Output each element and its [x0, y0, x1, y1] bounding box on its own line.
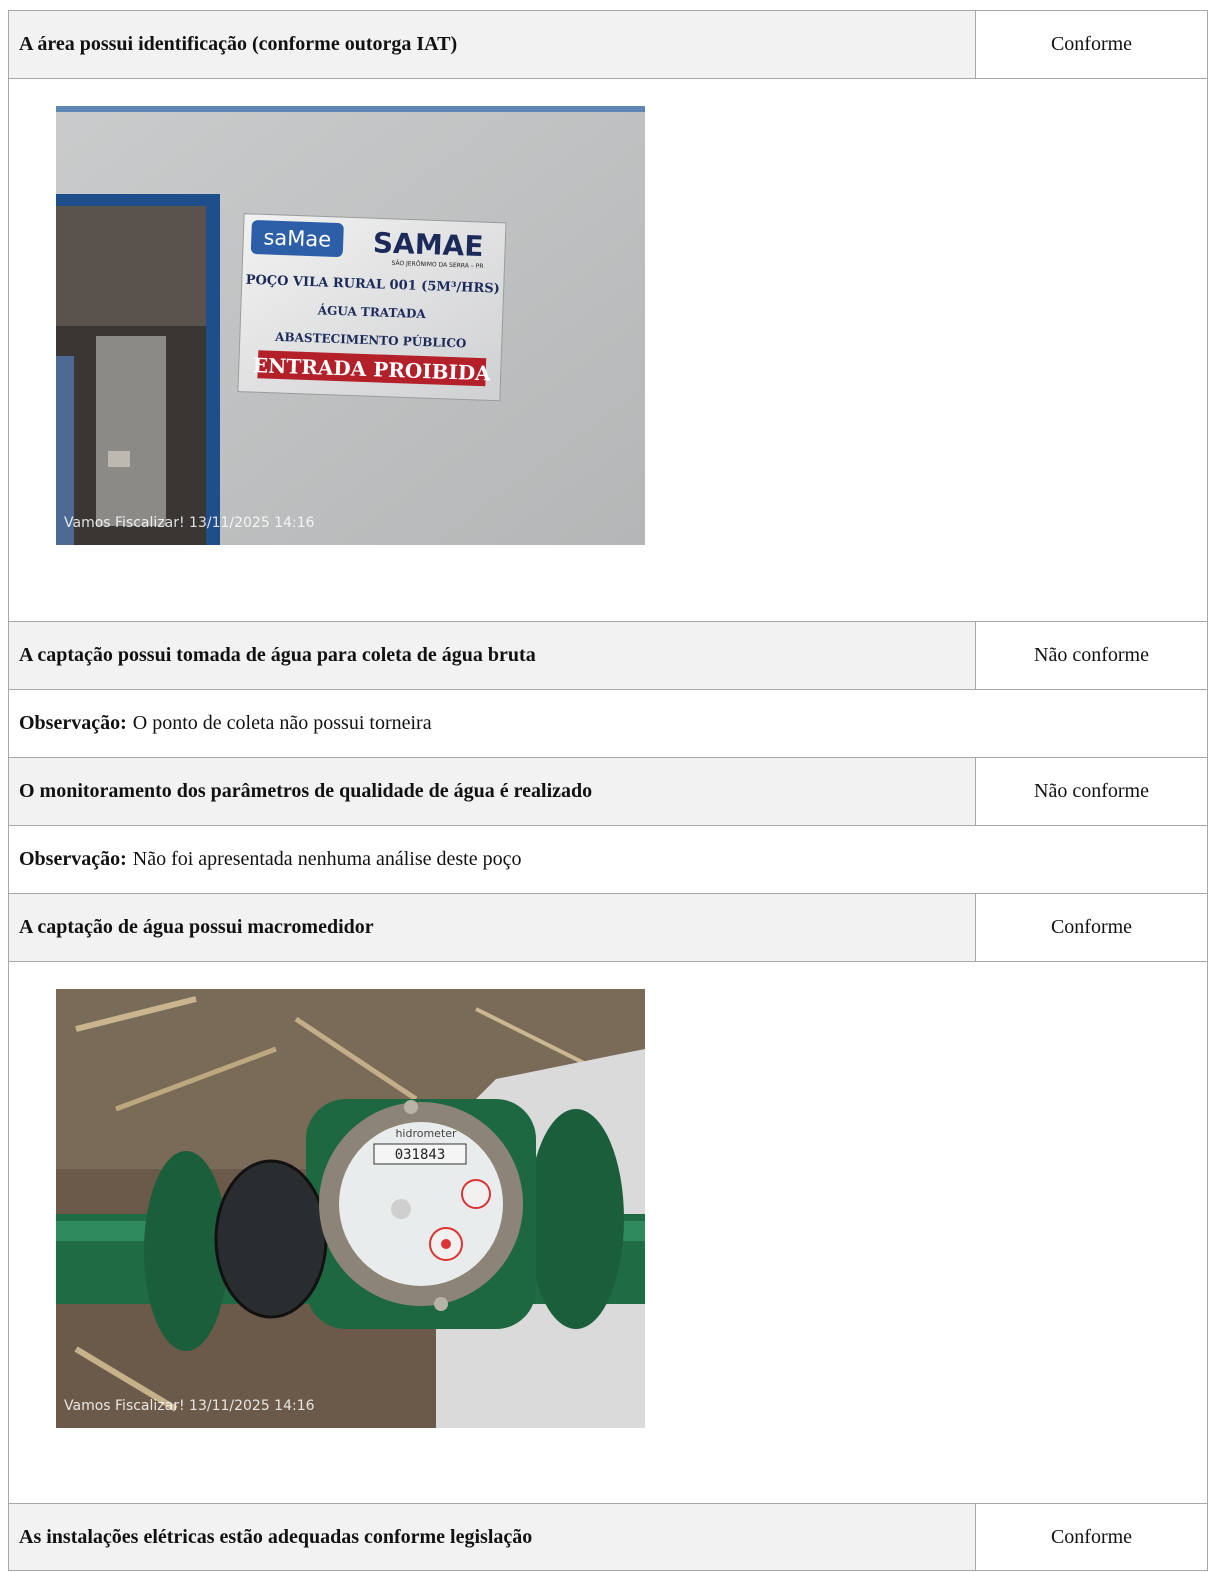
observation-label: Observação:	[19, 712, 127, 734]
observation-row: Observação: O ponto de coleta não possui…	[8, 689, 1208, 757]
photo-timestamp: Vamos Fiscalizar! 13/11/2025 14:16	[64, 515, 315, 531]
sign-brand: SAMAE	[372, 226, 484, 263]
photo-timestamp: Vamos Fiscalizar! 13/11/2025 14:16	[64, 1398, 315, 1414]
checklist-item: O monitoramento dos parâmetros de qualid…	[8, 757, 1208, 825]
observation-row: Observação: Não foi apresentada nenhuma …	[8, 825, 1208, 893]
photo-sign: saMae SAMAE SÃO JERÔNIMO DA SERRA – PR P…	[56, 106, 645, 545]
item-question: A área possui identificação (conforme ou…	[9, 11, 976, 78]
checklist-item: A captação de água possui macromedidor C…	[8, 893, 1208, 961]
item-question: As instalações elétricas estão adequadas…	[9, 1504, 976, 1570]
observation-label: Observação:	[19, 848, 127, 870]
item-status: Não conforme	[1034, 644, 1149, 666]
item-status: Conforme	[1050, 1525, 1133, 1548]
item-status: Não conforme	[1034, 780, 1149, 802]
item-status: Conforme	[1050, 33, 1133, 55]
photo-row: saMae SAMAE SÃO JERÔNIMO DA SERRA – PR P…	[8, 78, 1208, 621]
sign-logo: saMae	[263, 225, 332, 251]
photo-row: 031843 hidrometer Vamos Fiscalizar! 13/1…	[8, 961, 1208, 1503]
observation-text: O ponto de coleta não possui torneira	[132, 712, 432, 734]
photo-water-meter: 031843 hidrometer Vamos Fiscalizar! 13/1…	[56, 989, 645, 1428]
checklist: A área possui identificação (conforme ou…	[8, 10, 1208, 1571]
meter-brand: hidrometer	[395, 1127, 457, 1140]
item-status: Conforme	[1050, 916, 1133, 938]
checklist-item: A área possui identificação (conforme ou…	[8, 10, 1208, 78]
checklist-item: As instalações elétricas estão adequadas…	[8, 1503, 1208, 1571]
item-question: A captação possui tomada de água para co…	[9, 622, 976, 689]
item-question: O monitoramento dos parâmetros de qualid…	[9, 758, 976, 825]
checklist-item: A captação possui tomada de água para co…	[8, 621, 1208, 689]
item-question: A captação de água possui macromedidor	[9, 894, 976, 961]
meter-reading: 031843	[395, 1147, 446, 1163]
observation-text: Não foi apresentada nenhuma análise dest…	[132, 848, 522, 870]
